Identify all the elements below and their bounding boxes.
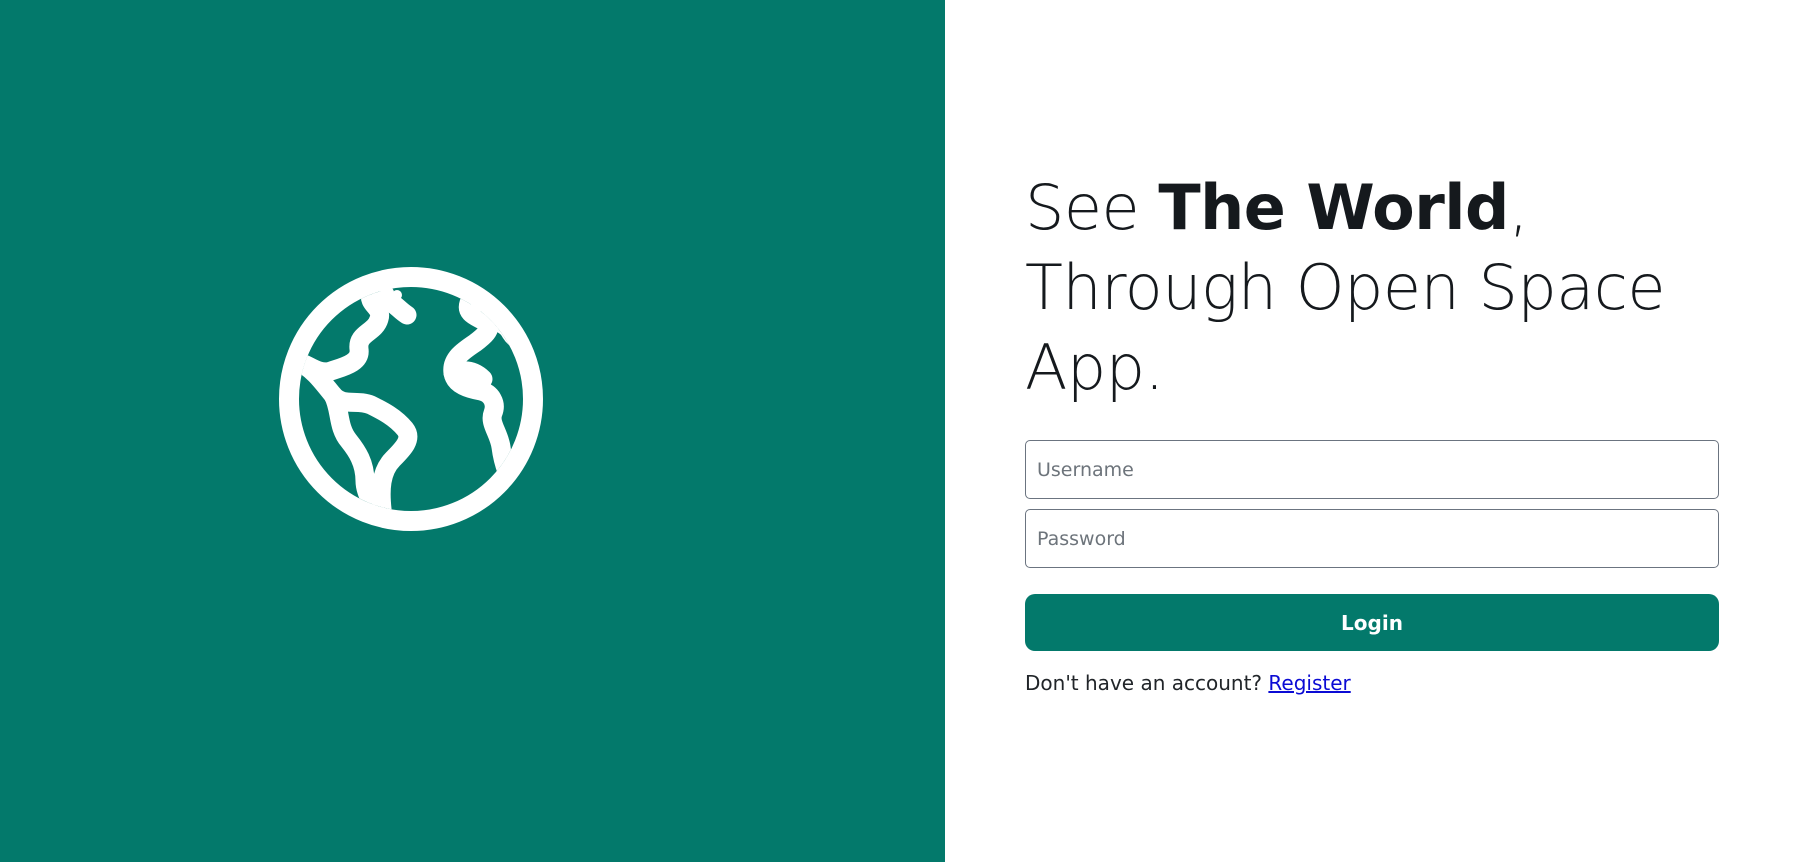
headline-line-2: Through Open Space [1025, 251, 1665, 324]
headline: See The World, Through Open Space App. [1025, 168, 1719, 408]
brand-panel [0, 0, 945, 862]
headline-bold: The World [1158, 171, 1509, 244]
login-page: See The World,Through Open SpaceApp. Log… [0, 0, 1797, 862]
login-form: Login [1025, 440, 1719, 651]
register-line: Don't have an account? Register [1025, 671, 1719, 695]
headline-comma: , [1508, 171, 1529, 244]
register-link[interactable]: Register [1268, 671, 1350, 695]
headline-line-3: App. [1025, 331, 1164, 404]
login-panel: See The World,Through Open SpaceApp. Log… [945, 0, 1797, 862]
login-button[interactable]: Login [1025, 594, 1719, 651]
password-input[interactable] [1025, 509, 1719, 568]
register-prompt: Don't have an account? [1025, 671, 1269, 695]
username-input[interactable] [1025, 440, 1719, 499]
headline-pre: See [1025, 171, 1159, 244]
login-content: See The World,Through Open SpaceApp. Log… [1025, 168, 1719, 695]
globe-icon [279, 267, 543, 531]
